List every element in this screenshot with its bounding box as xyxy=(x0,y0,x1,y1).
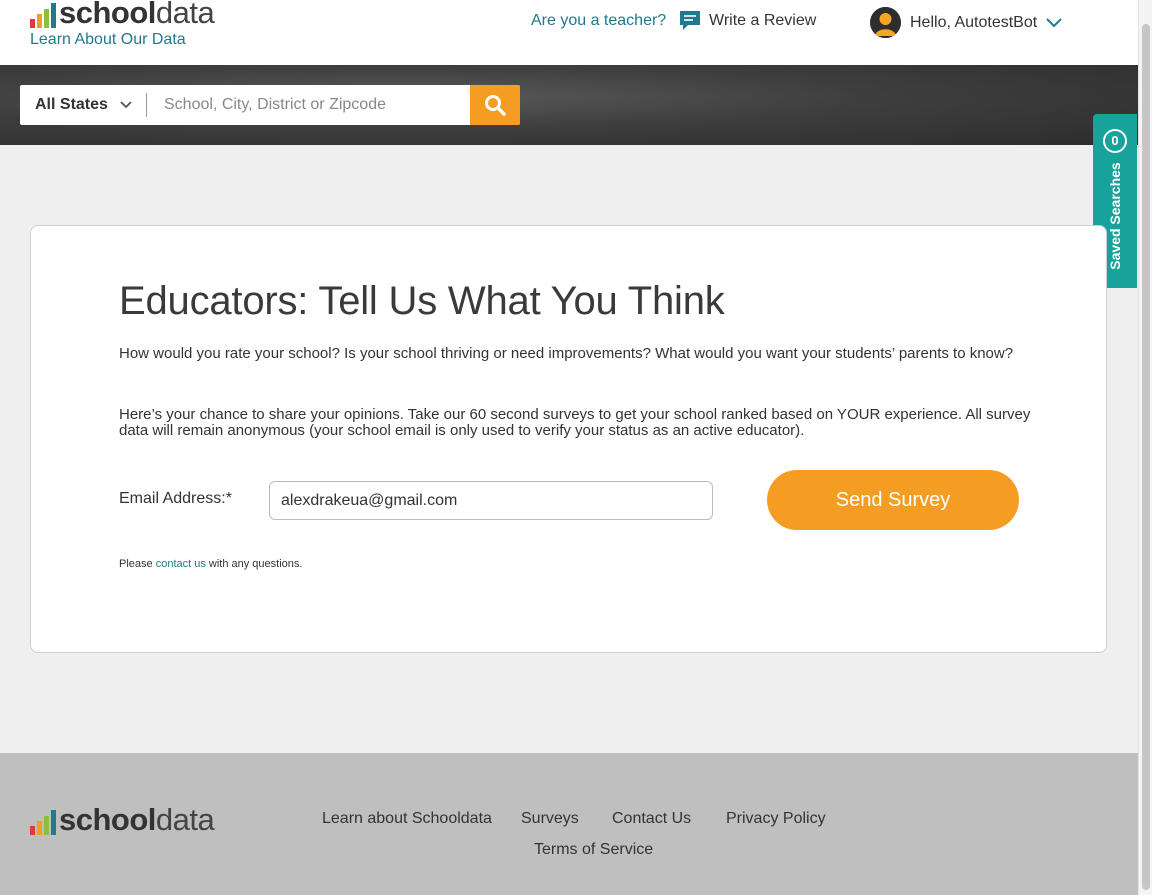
search-icon xyxy=(485,95,506,116)
teacher-link[interactable]: Are you a teacher? xyxy=(531,12,666,30)
contact-us-link[interactable]: contact us xyxy=(156,558,206,570)
footer-logo[interactable]: schooldata xyxy=(30,801,215,837)
write-review-link[interactable]: Write a Review xyxy=(679,10,816,32)
intro-paragraph: How would you rate your school? Is your … xyxy=(119,345,1014,362)
footer-link-terms[interactable]: Terms of Service xyxy=(534,841,653,859)
survey-card: Educators: Tell Us What You Think How wo… xyxy=(30,225,1107,653)
details-paragraph: Here’s your chance to share your opinion… xyxy=(119,406,1031,439)
speech-bubble-icon xyxy=(680,11,700,30)
footer-link-surveys[interactable]: Surveys xyxy=(521,810,579,828)
footer-link-learn[interactable]: Learn about Schooldata xyxy=(322,810,492,828)
note-text-after: with any questions. xyxy=(205,558,303,570)
email-label: Email Address:* xyxy=(119,490,232,507)
site-footer: schooldata Learn about Schooldata Survey… xyxy=(0,753,1138,895)
saved-searches-label: Saved Searches xyxy=(1107,162,1123,270)
chevron-down-icon xyxy=(120,101,132,109)
page-scrollbar[interactable] xyxy=(1138,0,1152,895)
site-logo[interactable]: schooldata xyxy=(30,0,215,30)
email-field[interactable] xyxy=(269,481,713,520)
chevron-down-icon xyxy=(1046,17,1062,27)
state-select[interactable]: All States xyxy=(20,85,146,125)
search-button[interactable] xyxy=(470,85,520,125)
contact-note: Please contact us with any questions. xyxy=(119,558,302,570)
write-review-label: Write a Review xyxy=(709,12,817,29)
footer-link-privacy[interactable]: Privacy Policy xyxy=(726,810,826,828)
footer-link-contact[interactable]: Contact Us xyxy=(612,810,691,828)
saved-searches-count: 0 xyxy=(1103,129,1127,153)
logo-bars-icon xyxy=(30,2,56,28)
note-text-before: Please xyxy=(119,558,156,570)
footer-logo-wordmark: schooldata xyxy=(59,802,215,837)
search-band: All States xyxy=(0,65,1138,145)
user-greeting: Hello, AutotestBot xyxy=(910,13,1038,31)
logo-bars-icon xyxy=(30,809,56,835)
learn-about-data-link[interactable]: Learn About Our Data xyxy=(30,31,186,49)
search-bar: All States xyxy=(20,85,520,125)
state-select-label: All States xyxy=(35,96,108,113)
search-input[interactable] xyxy=(147,85,470,125)
send-survey-button[interactable]: Send Survey xyxy=(767,470,1019,530)
scrollbar-thumb[interactable] xyxy=(1142,24,1150,890)
site-header: schooldata Learn About Our Data Are you … xyxy=(0,0,1138,65)
avatar-icon xyxy=(870,7,901,38)
page-title: Educators: Tell Us What You Think xyxy=(119,279,725,323)
logo-wordmark: schooldata xyxy=(59,0,215,30)
user-menu[interactable]: Hello, AutotestBot xyxy=(870,7,1062,38)
